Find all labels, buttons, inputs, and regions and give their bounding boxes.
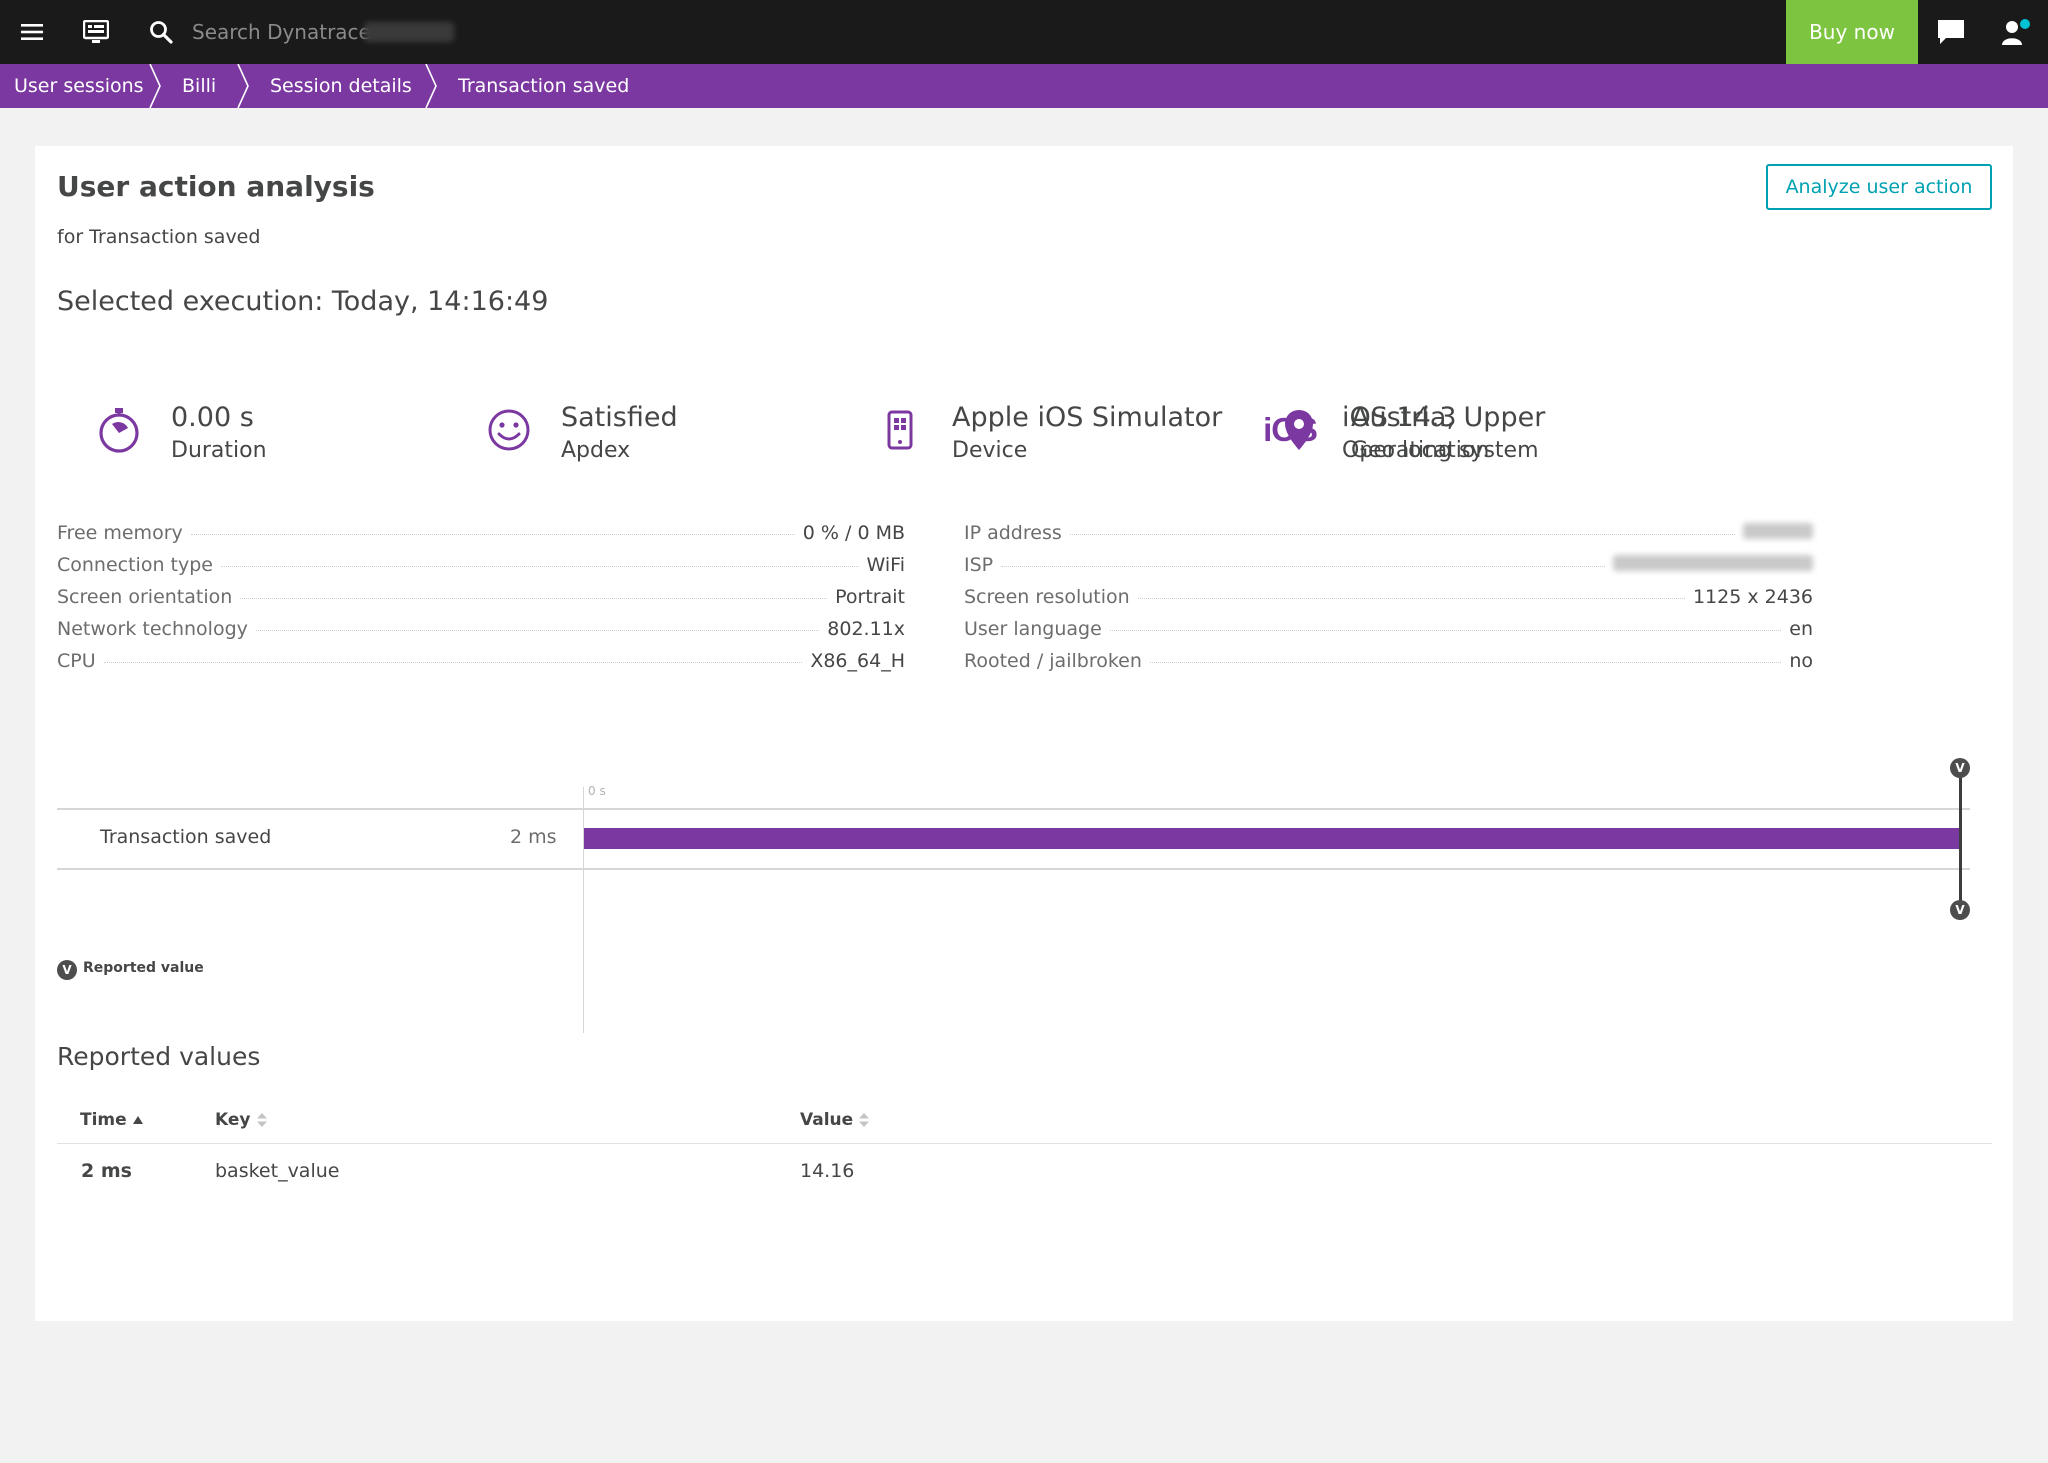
property-key: Network technology <box>57 618 248 640</box>
top-navigation-bar: Search Dynatrace Buy now <box>0 0 2048 64</box>
column-header-value-label: Value <box>800 1110 854 1130</box>
property-key: Free memory <box>57 522 183 544</box>
breadcrumb-user-sessions[interactable]: User sessions <box>14 64 144 108</box>
kpi-duration-value: 0.00 s <box>171 402 254 433</box>
kpi-apdex-label: Apdex <box>561 438 631 463</box>
property-key: Rooted / jailbroken <box>964 650 1142 672</box>
mobile-device-icon <box>876 406 924 454</box>
column-header-key-label: Key <box>215 1110 251 1130</box>
property-key: User language <box>964 618 1102 640</box>
property-row: Screen orientation Portrait <box>57 586 905 614</box>
reported-value-marker-top[interactable]: V <box>1950 758 1970 778</box>
stopwatch-icon <box>95 406 143 454</box>
sort-unsorted-icon <box>859 1113 870 1127</box>
property-row: IP address <box>964 522 1813 550</box>
kpi-geo-label: Geo location <box>1351 438 1490 463</box>
breadcrumb-chevron-icon <box>149 64 161 108</box>
column-header-time-label: Time <box>80 1110 127 1130</box>
property-row: Screen resolution 1125 x 2436 <box>964 586 1813 614</box>
search-input[interactable]: Search Dynatrace <box>192 0 371 64</box>
waterfall-tick-label: 0 s <box>588 784 606 798</box>
property-value: WiFi <box>866 554 905 576</box>
breadcrumb-chevron-icon <box>237 64 249 108</box>
property-value: Portrait <box>835 586 905 608</box>
property-row: ISP <box>964 554 1813 582</box>
kpi-geo-location-clip: Austria, Upper Austr Geo location <box>1275 400 1550 480</box>
waterfall-row-bottom-border <box>57 868 1970 870</box>
waterfall-action-name[interactable]: Transaction saved <box>100 826 271 848</box>
waterfall-axis-line <box>583 787 584 1033</box>
location-pin-icon <box>1275 406 1323 454</box>
waterfall-action-bar[interactable] <box>584 828 1959 849</box>
kpi-duration: 0.00 s Duration <box>95 400 435 470</box>
property-value: no <box>1789 650 1813 672</box>
property-value: 802.11x <box>827 618 905 640</box>
kpi-apdex-value: Satisfied <box>561 402 678 433</box>
kpi-device-value: Apple iOS Simulator <box>952 402 1223 433</box>
property-row: Rooted / jailbroken no <box>964 650 1813 678</box>
page-subtitle: for Transaction saved <box>57 226 261 248</box>
table-cell-value: 14.16 <box>800 1160 855 1182</box>
property-row: Connection type WiFi <box>57 554 905 582</box>
smiley-icon <box>485 406 533 454</box>
breadcrumb-session-details[interactable]: Session details <box>270 64 412 108</box>
breadcrumb-chevron-icon <box>425 64 437 108</box>
property-row: Network technology 802.11x <box>57 618 905 646</box>
search-environment-redacted <box>364 22 454 42</box>
table-cell-key: basket_value <box>215 1160 340 1182</box>
buy-now-button[interactable]: Buy now <box>1786 0 1918 64</box>
reported-value-marker-line <box>1959 770 1962 905</box>
property-key: Screen resolution <box>964 586 1130 608</box>
property-value: en <box>1789 618 1813 640</box>
dashboard-screen-icon[interactable] <box>80 0 112 64</box>
property-key: Screen orientation <box>57 586 233 608</box>
kpi-duration-label: Duration <box>171 438 267 463</box>
kpi-geo-location: Austria, Upper Austr Geo location <box>1275 400 1550 470</box>
legend-reported-value-label: Reported value <box>83 960 204 976</box>
chat-feedback-icon[interactable] <box>1934 0 1968 64</box>
property-key: CPU <box>57 650 96 672</box>
property-value: 0 % / 0 MB <box>802 522 905 544</box>
page-title: User action analysis <box>57 170 375 203</box>
property-value: X86_64_H <box>810 650 905 672</box>
breadcrumb-user[interactable]: Billi <box>182 64 216 108</box>
breadcrumb: User sessions Billi Session details Tran… <box>0 64 2048 108</box>
column-header-time[interactable]: Time <box>80 1110 143 1130</box>
table-header-divider <box>57 1143 1992 1144</box>
kpi-geo-value: Austria, Upper Austr <box>1351 402 1550 433</box>
user-action-analysis-card: User action analysis for Transaction sav… <box>35 146 2013 1321</box>
legend-reported-value-badge: V <box>57 960 77 980</box>
isp-redacted <box>1613 555 1813 571</box>
property-key: ISP <box>964 554 994 576</box>
property-row: User language en <box>964 618 1813 646</box>
reported-value-marker-bottom[interactable]: V <box>1950 900 1970 920</box>
ip-address-redacted <box>1743 523 1813 539</box>
reported-values-title: Reported values <box>57 1042 261 1071</box>
search-icon[interactable] <box>144 0 178 64</box>
waterfall-action-duration: 2 ms <box>510 826 557 848</box>
property-value: 1125 x 2436 <box>1692 586 1813 608</box>
breadcrumb-current-action: Transaction saved <box>458 75 630 97</box>
kpi-device: Apple iOS Simulator Device <box>876 400 1236 470</box>
sort-unsorted-icon <box>256 1113 267 1127</box>
column-header-value[interactable]: Value <box>800 1110 870 1130</box>
selected-execution: Selected execution: Today, 14:16:49 <box>57 286 549 317</box>
kpi-device-label: Device <box>952 438 1028 463</box>
property-row: CPU X86_64_H <box>57 650 905 678</box>
waterfall-row-top-border <box>57 808 1970 810</box>
user-profile-icon[interactable] <box>1998 0 2034 64</box>
sort-ascending-icon <box>132 1116 143 1124</box>
hamburger-menu-icon[interactable] <box>14 0 50 64</box>
property-key: IP address <box>964 522 1062 544</box>
property-key: Connection type <box>57 554 213 576</box>
kpi-apdex: Satisfied Apdex <box>485 400 825 470</box>
analyze-user-action-button[interactable]: Analyze user action <box>1766 164 1992 210</box>
property-row: Free memory 0 % / 0 MB <box>57 522 905 550</box>
table-cell-time: 2 ms <box>81 1160 132 1182</box>
column-header-key[interactable]: Key <box>215 1110 267 1130</box>
